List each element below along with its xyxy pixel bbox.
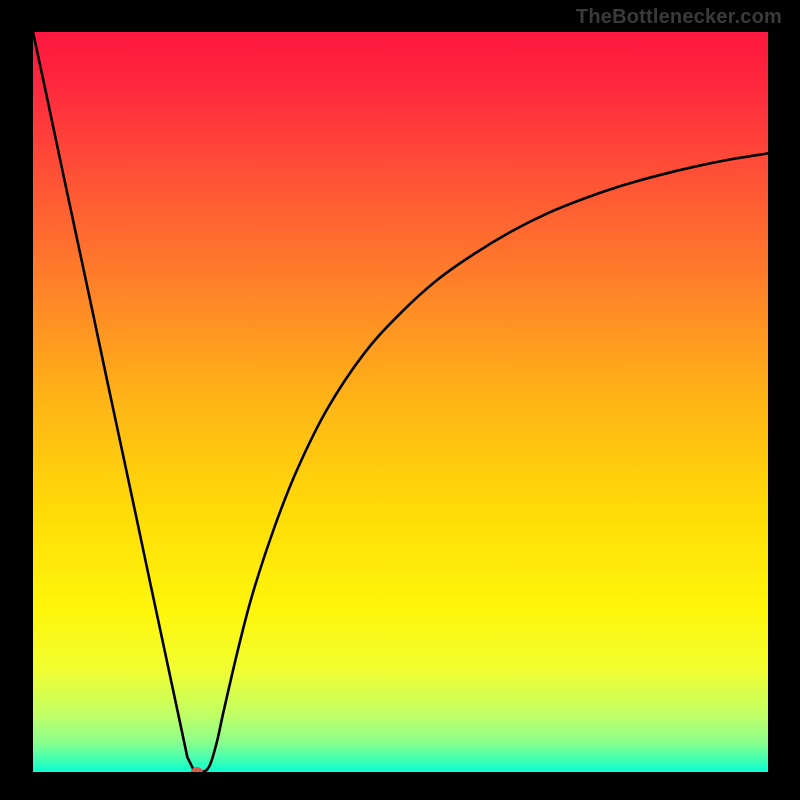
watermark-text: TheBottlenecker.com [576, 6, 782, 29]
gradient-background [33, 32, 768, 772]
plot-area [33, 32, 768, 772]
bottleneck-chart [33, 32, 768, 772]
chart-container: TheBottlenecker.com [0, 0, 800, 800]
